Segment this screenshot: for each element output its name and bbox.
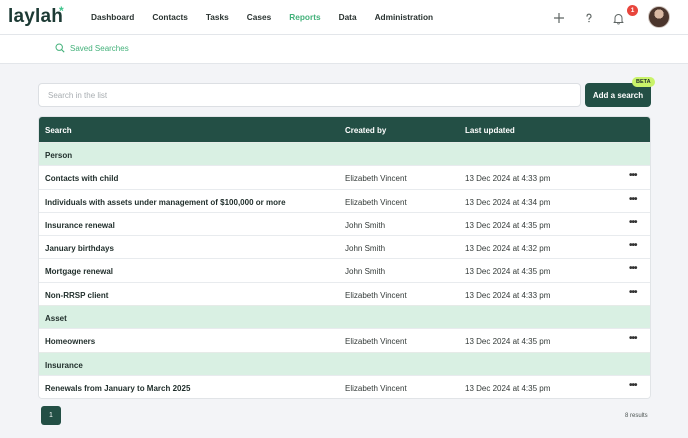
more-horizontal-icon[interactable]: ••• — [629, 333, 637, 344]
more-horizontal-icon[interactable]: ••• — [629, 287, 637, 298]
group-label: Asset — [45, 314, 67, 324]
last-updated: 13 Dec 2024 at 4:35 pm — [465, 383, 551, 393]
group-row-insurance: Insurance — [39, 351, 650, 375]
table-row[interactable]: Homeowners Elizabeth Vincent 13 Dec 2024… — [39, 328, 650, 352]
created-by: John Smith — [345, 244, 386, 254]
results-count: 8 results — [625, 413, 648, 419]
saved-searches-label: Saved Searches — [70, 43, 129, 53]
created-by: Elizabeth Vincent — [345, 174, 407, 184]
plus-icon[interactable] — [550, 9, 568, 27]
nav-item-cases[interactable]: Cases — [247, 12, 271, 22]
sub-navigation-bar: Saved Searches — [0, 35, 688, 64]
saved-searches-link[interactable]: Saved Searches — [55, 43, 129, 53]
search-name[interactable]: January birthdays — [45, 244, 114, 253]
more-horizontal-icon[interactable]: ••• — [629, 263, 637, 274]
saved-searches-table: Search Created by Last updated Person Co… — [38, 116, 651, 400]
bell-icon[interactable] — [609, 9, 627, 27]
logo-mark-icon: * — [59, 4, 64, 18]
nav-item-tasks[interactable]: Tasks — [206, 12, 229, 22]
last-updated: 13 Dec 2024 at 4:34 pm — [465, 197, 551, 207]
avatar[interactable] — [648, 6, 670, 28]
nav-item-data[interactable]: Data — [339, 12, 357, 22]
pagination-page-button[interactable]: 1 — [41, 406, 61, 425]
top-navigation-bar: laylah * Dashboard Contacts Tasks Cases … — [0, 0, 688, 35]
search-name[interactable]: Contacts with child — [45, 174, 118, 183]
table-row[interactable]: Non-RRSP client Elizabeth Vincent 13 Dec… — [39, 281, 650, 306]
search-icon — [55, 43, 65, 53]
last-updated: 13 Dec 2024 at 4:35 pm — [465, 267, 551, 277]
created-by: John Smith — [345, 267, 386, 277]
search-name[interactable]: Mortgage renewal — [45, 267, 113, 276]
column-header-last-updated[interactable]: Last updated — [465, 126, 515, 135]
nav-item-reports[interactable]: Reports — [289, 12, 320, 22]
table-row[interactable]: Mortgage renewal John Smith 13 Dec 2024 … — [39, 258, 650, 282]
table-row[interactable]: Individuals with assets under management… — [39, 188, 650, 212]
table-header: Search Created by Last updated — [39, 117, 650, 142]
created-by: Elizabeth Vincent — [345, 290, 407, 300]
nav-item-dashboard[interactable]: Dashboard — [91, 12, 134, 22]
main-nav: Dashboard Contacts Tasks Cases Reports D… — [91, 12, 451, 22]
search-name[interactable]: Non-RRSP client — [45, 291, 108, 300]
nav-item-contacts[interactable]: Contacts — [152, 12, 188, 22]
created-by: Elizabeth Vincent — [345, 383, 407, 393]
created-by: Elizabeth Vincent — [345, 197, 407, 207]
search-field-container — [38, 83, 581, 107]
beta-badge: BETA — [632, 77, 655, 87]
more-horizontal-icon[interactable]: ••• — [629, 240, 637, 251]
last-updated: 13 Dec 2024 at 4:33 pm — [465, 174, 551, 184]
app-logo[interactable]: laylah — [8, 6, 63, 28]
table-row[interactable]: January birthdays John Smith 13 Dec 2024… — [39, 235, 650, 259]
last-updated: 13 Dec 2024 at 4:35 pm — [465, 220, 551, 230]
search-name[interactable]: Renewals from January to March 2025 — [45, 384, 190, 393]
last-updated: 13 Dec 2024 at 4:33 pm — [465, 290, 551, 300]
search-name[interactable]: Insurance renewal — [45, 221, 115, 230]
search-name[interactable]: Homeowners — [45, 337, 95, 346]
table-row[interactable]: Contacts with child Elizabeth Vincent 13… — [39, 165, 650, 189]
created-by: Elizabeth Vincent — [345, 337, 407, 347]
nav-item-administration[interactable]: Administration — [375, 12, 434, 22]
search-name[interactable]: Individuals with assets under management… — [45, 198, 286, 207]
question-icon[interactable] — [580, 9, 598, 27]
search-input[interactable] — [39, 84, 580, 106]
more-horizontal-icon[interactable]: ••• — [629, 380, 637, 391]
created-by: John Smith — [345, 220, 386, 230]
group-label: Insurance — [45, 360, 83, 370]
column-header-created-by[interactable]: Created by — [345, 126, 386, 135]
table-row[interactable]: Insurance renewal John Smith 13 Dec 2024… — [39, 211, 650, 236]
more-horizontal-icon[interactable]: ••• — [629, 217, 637, 228]
last-updated: 13 Dec 2024 at 4:35 pm — [465, 337, 551, 347]
more-horizontal-icon[interactable]: ••• — [629, 170, 637, 181]
column-header-search[interactable]: Search — [45, 126, 72, 135]
last-updated: 13 Dec 2024 at 4:32 pm — [465, 244, 551, 254]
notification-count-badge: 1 — [627, 5, 638, 16]
table-row[interactable]: Renewals from January to March 2025 Eliz… — [39, 374, 650, 399]
group-row-asset: Asset — [39, 305, 650, 329]
group-label: Person — [45, 151, 73, 160]
group-row-person: Person — [39, 142, 650, 166]
more-horizontal-icon[interactable]: ••• — [629, 194, 637, 205]
